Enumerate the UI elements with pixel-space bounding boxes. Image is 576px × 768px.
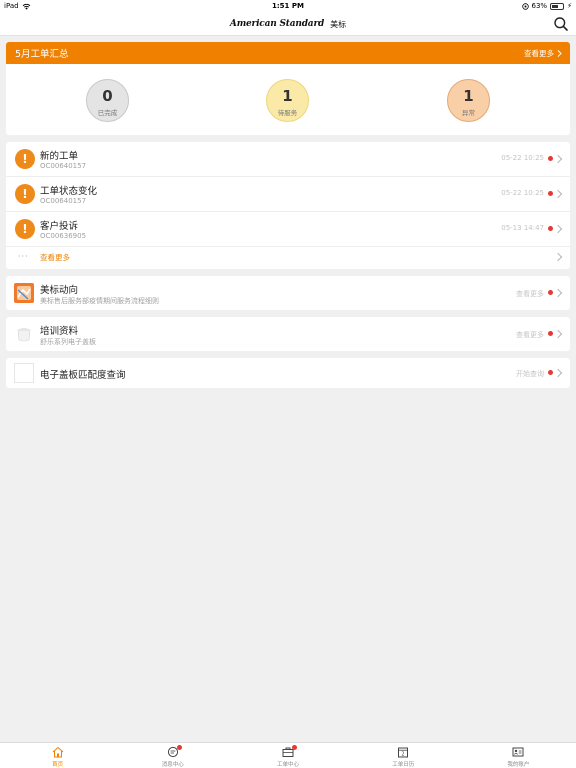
summary-header: 5月工单汇总 查看更多: [6, 42, 570, 64]
tab-messages[interactable]: 消息中心: [115, 743, 230, 768]
order-title: 客户投诉: [40, 221, 79, 232]
order-row-status-change[interactable]: ! 工单状态变化 OC00640157 05-22 10:25: [6, 177, 570, 212]
tab-account[interactable]: 我的账户: [461, 743, 576, 768]
warning-icon: !: [15, 219, 35, 239]
battery-percent: 63%: [531, 2, 548, 10]
chevron-right-icon: [553, 329, 563, 339]
brand-title: American Standard 美标: [0, 12, 576, 36]
order-title: 新的工单: [40, 151, 79, 162]
seat-match-query-card[interactable]: 电子盖板匹配度查询 开始查询: [6, 358, 570, 388]
training-subtitle: 舒乐系列电子盖板: [40, 338, 96, 346]
message-badge: [176, 745, 182, 750]
orders-more-label: 查看更多: [40, 253, 70, 262]
order-row-new[interactable]: ! 新的工单 OC00640157 05-22 10:25: [6, 142, 570, 177]
training-card[interactable]: 培训资料 舒乐系列电子盖板 查看更多: [6, 317, 570, 351]
order-time: 05-22 10:25: [501, 189, 544, 197]
unread-dot: [548, 226, 553, 231]
calendar-icon: 2: [398, 747, 409, 758]
training-more-label: 查看更多: [516, 331, 544, 339]
unread-dot: [548, 290, 553, 295]
stat-pending[interactable]: 1 待服务: [266, 79, 309, 122]
battery-icon: [550, 2, 565, 10]
stat-completed-value: 0: [102, 87, 113, 105]
news-card[interactable]: 美标动向 美标售后服务部疫情期间服务流程细则 查看更多: [6, 276, 570, 310]
tab-calendar[interactable]: 2 工单日历: [346, 743, 461, 768]
match-title: 电子盖板匹配度查询: [40, 370, 126, 381]
chevron-right-icon: [553, 154, 563, 164]
stat-pending-label: 待服务: [277, 109, 298, 117]
stat-abnormal-value: 1: [463, 87, 474, 105]
more-dots-icon: ···: [18, 252, 29, 261]
svg-text:2: 2: [402, 752, 405, 758]
order-code: OC00636905: [40, 232, 87, 240]
match-start-label: 开始查询: [516, 370, 544, 378]
tab-messages-label: 消息中心: [161, 762, 184, 768]
tab-orders[interactable]: 工单中心: [230, 743, 345, 768]
order-code: OC00640157: [40, 197, 87, 205]
news-subtitle: 美标售后服务部疫情期间服务流程细则: [40, 297, 159, 305]
chevron-right-icon: [553, 224, 563, 234]
order-code: OC00640157: [40, 162, 87, 170]
unread-dot: [548, 156, 553, 161]
seat-match-thumbnail-icon: [14, 363, 34, 383]
unread-dot: [548, 191, 553, 196]
training-title: 培训资料: [40, 326, 79, 337]
stat-abnormal[interactable]: 1 异常: [447, 79, 490, 122]
brand-cn-name: 美标: [330, 19, 347, 29]
status-bar: iPad 1:51 PM 63% ⚡: [0, 0, 576, 12]
tab-home-label: 首页: [52, 762, 64, 768]
orders-badge: [292, 745, 297, 750]
summary-more-link[interactable]: 查看更多: [524, 48, 562, 59]
warning-icon: !: [15, 184, 35, 204]
summary-title: 5月工单汇总: [15, 49, 69, 60]
news-title: 美标动向: [40, 285, 79, 296]
order-notifications-card: ! 新的工单 OC00640157 05-22 10:25 ! 工单状态变化 O…: [6, 142, 570, 269]
order-time: 05-13 14:47: [501, 224, 544, 232]
stat-completed-label: 已完成: [97, 109, 118, 117]
tab-bar: 首页 消息中心 工单中心 2 工单日历 我的账户: [0, 742, 576, 768]
tab-orders-label: 工单中心: [277, 762, 300, 768]
chevron-right-icon: [553, 368, 563, 378]
news-thumbnail-icon: [14, 283, 34, 303]
toilet-seat-thumbnail-icon: [14, 324, 34, 344]
summary-stats: 0 已完成 1 待服务 1 异常: [6, 64, 570, 135]
account-card-icon: [512, 747, 524, 757]
monthly-summary-card: 5月工单汇总 查看更多 0 已完成 1 待服务 1 异常: [6, 42, 570, 135]
news-more-label: 查看更多: [516, 290, 544, 298]
order-time: 05-22 10:25: [501, 154, 544, 162]
tab-calendar-label: 工单日历: [392, 762, 415, 768]
orientation-lock-icon: [521, 2, 529, 10]
order-title: 工单状态变化: [40, 186, 98, 197]
stat-abnormal-label: 异常: [462, 109, 475, 117]
charging-icon: ⚡: [567, 2, 572, 10]
orders-more-link[interactable]: ··· 查看更多: [6, 247, 570, 268]
stat-pending-value: 1: [282, 87, 293, 105]
unread-dot: [548, 370, 553, 375]
warning-icon: !: [15, 149, 35, 169]
home-icon: [52, 746, 63, 758]
chevron-right-icon: [553, 288, 563, 298]
chevron-right-icon: [553, 189, 563, 199]
nav-bar: American Standard 美标: [0, 12, 576, 36]
order-row-complaint[interactable]: ! 客户投诉 OC00636905 05-13 14:47: [6, 212, 570, 247]
summary-more-label: 查看更多: [524, 48, 554, 58]
clock: 1:51 PM: [272, 2, 304, 10]
chevron-right-icon: [557, 49, 562, 57]
stat-completed[interactable]: 0 已完成: [86, 79, 129, 122]
brand-logo: American Standard: [229, 19, 325, 29]
chevron-right-icon: [553, 252, 563, 262]
tab-account-label: 我的账户: [507, 762, 530, 768]
unread-dot: [548, 331, 553, 336]
tab-home[interactable]: 首页: [0, 743, 115, 768]
search-icon[interactable]: [553, 16, 569, 32]
